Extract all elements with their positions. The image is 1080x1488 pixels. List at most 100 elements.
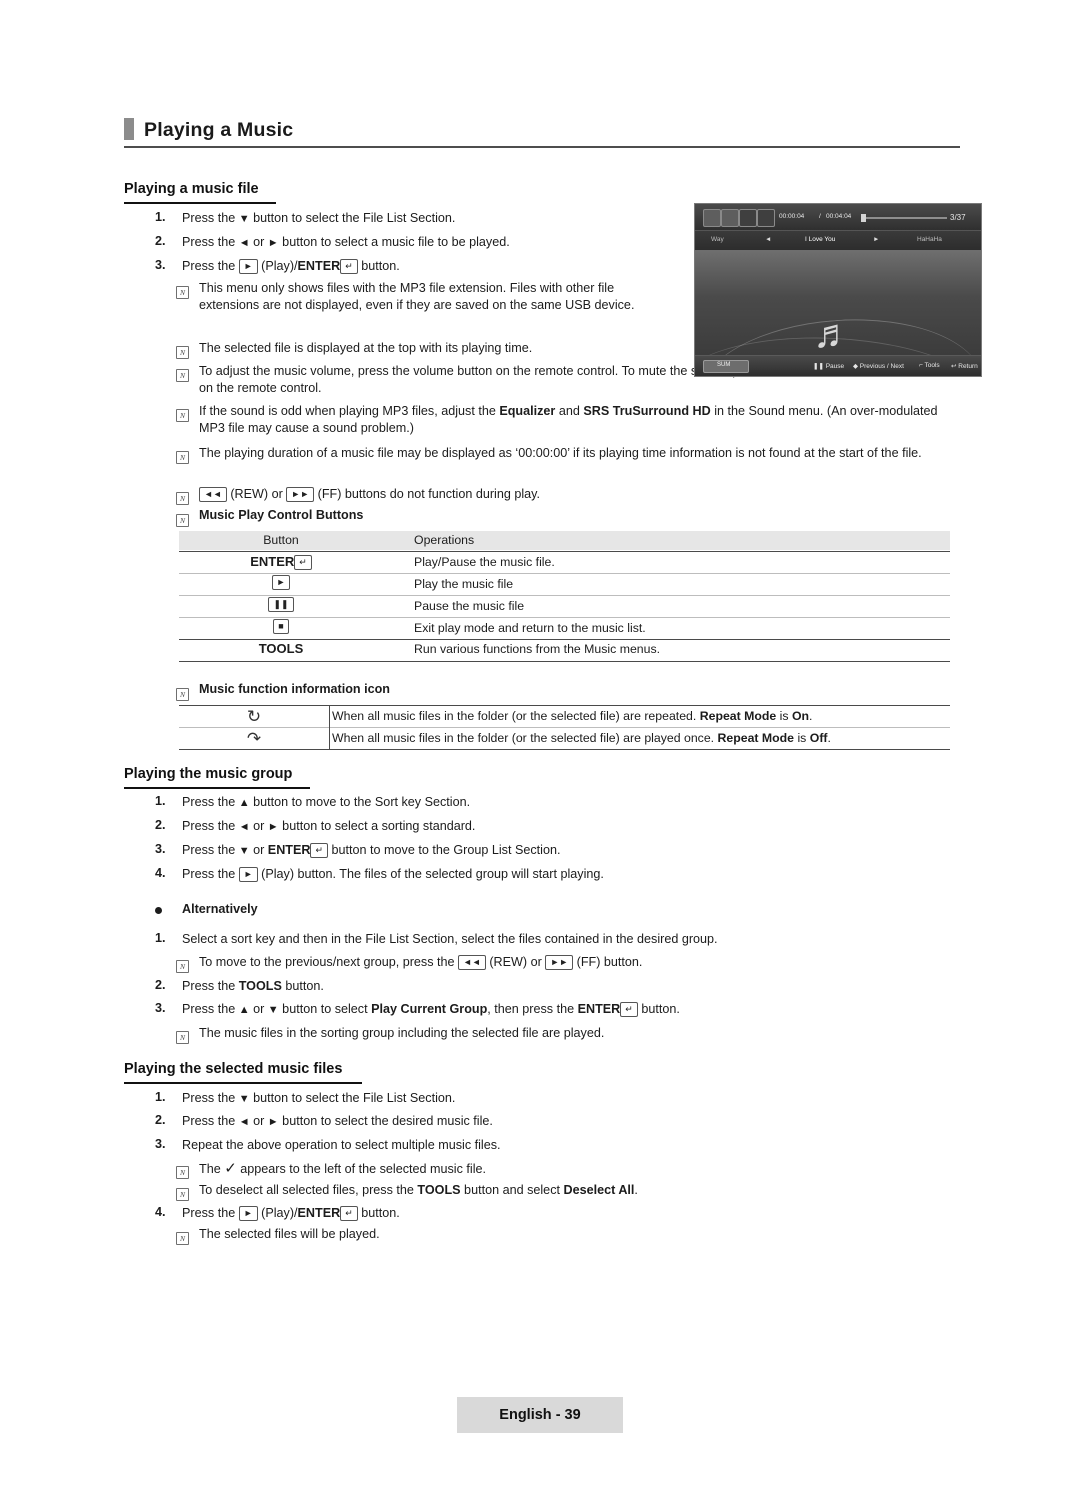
step-text: Press the ◄ or ► button to select the de…	[182, 1114, 493, 1128]
step-text: Repeat the above operation to select mul…	[182, 1138, 501, 1152]
page-footer-label: English - 39	[499, 1407, 581, 1423]
heading-playing-the-selected-music-files: Playing the selected music files	[124, 1061, 343, 1077]
heading-playing-the-music-group: Playing the music group	[124, 766, 293, 782]
player-next-arrow-icon[interactable]: ►	[873, 236, 879, 243]
table-rule	[179, 595, 950, 596]
note-text: The ✓ appears to the left of the selecte…	[199, 1160, 486, 1177]
step-text: Press the ▼ or ENTER ↵ button to move to …	[182, 843, 561, 858]
step-number: 4.	[155, 1205, 166, 1219]
enter-key-icon: ↵	[340, 259, 358, 274]
note-text: The selected file is displayed at the to…	[199, 341, 533, 355]
repeat-all-icon: ↻	[246, 707, 262, 726]
step-number: 2.	[155, 978, 166, 992]
step-text-3: Press the ► (Play)/ENTER ↵ button.	[182, 259, 400, 274]
player-artwork-area: ♬	[695, 250, 981, 376]
alt-step-text: Select a sort key and then in the File L…	[182, 932, 718, 946]
table-rule	[179, 617, 950, 618]
enter-key-icon: ↵	[340, 1206, 358, 1221]
note-text: If the sound is odd when playing MP3 fil…	[199, 404, 938, 435]
note-text: The selected files will be played.	[199, 1227, 380, 1241]
step-number: 4.	[155, 866, 166, 880]
note-marker-icon: N	[176, 511, 189, 529]
control-hint-previous-next: ◆ Previous / Next	[853, 363, 904, 370]
note-marker-icon: N	[176, 448, 189, 466]
play-key-icon: ►	[238, 867, 258, 882]
heading-playing-a-music-file: Playing a music file	[124, 181, 259, 197]
table-rule	[179, 749, 950, 750]
player-track-index: 3/37	[950, 213, 966, 222]
heading-underline-3	[124, 1082, 362, 1084]
step-number: 3.	[155, 1001, 166, 1015]
control-table-col-operations: Operations	[414, 533, 475, 547]
step-number: 2.	[155, 1113, 166, 1127]
table-rule	[179, 573, 950, 574]
note-marker-icon: N	[176, 1163, 189, 1181]
step-text: Press the ▲ button to move to the Sort k…	[182, 795, 471, 809]
player-current-track-label: I Love You	[805, 236, 836, 243]
repeat-once-icon: ↷	[246, 729, 262, 748]
page-title: Playing a Music	[124, 118, 960, 142]
player-progress-bar[interactable]	[861, 217, 947, 219]
note-marker-icon: N	[176, 283, 189, 301]
heading-music-play-control-buttons: Music Play Control Buttons	[199, 508, 364, 522]
table-rule	[179, 551, 950, 552]
page-footer: English - 39	[457, 1397, 623, 1433]
ff-key-icon: ►►	[545, 955, 574, 970]
repeat-icon	[757, 209, 775, 227]
step-number: 1.	[155, 210, 166, 224]
control-row-button: ❚❚	[179, 597, 383, 612]
table-rule	[179, 639, 950, 640]
step-number: 2.	[155, 234, 166, 248]
note-marker-icon: N	[176, 343, 189, 361]
note-marker-icon: N	[176, 685, 189, 703]
player-time-separator: /	[819, 213, 821, 220]
control-row-button: ■	[179, 619, 383, 634]
step-text: Press the ► (Play) button. The files of …	[182, 867, 604, 882]
player-progress-knob[interactable]	[861, 214, 866, 222]
alt-step-text: Press the TOOLS button.	[182, 979, 324, 993]
note-text: This menu only shows files with the MP3 …	[199, 281, 635, 312]
heading-underline-2	[124, 787, 310, 789]
stop-key-icon: ■	[273, 619, 289, 634]
control-row-button: ENTER ↵	[179, 554, 383, 570]
enter-key-icon: ↵	[310, 843, 329, 858]
step-number: 3.	[155, 258, 166, 272]
alt-note-text: To move to the previous/next group, pres…	[199, 955, 643, 970]
step-text: Press the ◄ or ► button to select a sort…	[182, 819, 476, 833]
enter-key-icon: ↵	[620, 1002, 638, 1017]
music-file-icon	[721, 209, 739, 227]
control-hint-pause: ❚❚ Pause	[813, 363, 845, 370]
info-row-text: When all music files in the folder (or t…	[332, 731, 831, 745]
play-key-icon: ►	[238, 1206, 258, 1221]
table-rule	[179, 727, 950, 728]
ff-key-icon: ►►	[286, 487, 315, 502]
note-marker-icon: N	[176, 957, 189, 975]
control-row-operation: Pause the music file	[414, 599, 525, 613]
note-marker-icon: N	[176, 366, 189, 384]
control-row-button: TOOLS	[258, 641, 304, 656]
rew-key-icon: ◄◄	[458, 955, 486, 970]
heading-music-function-information-icon: Music function information icon	[199, 682, 390, 696]
note-marker-icon: N	[176, 1185, 189, 1203]
note-marker-icon: N	[176, 1229, 189, 1247]
player-prev-arrow-icon[interactable]: ◄	[765, 236, 771, 243]
step-number: 1.	[155, 794, 166, 808]
note-marker-icon: N	[176, 489, 189, 507]
enter-key-icon: ↵	[294, 555, 312, 570]
note-text: To deselect all selected files, press th…	[199, 1183, 638, 1197]
player-prev-track-label: Way	[711, 236, 724, 243]
control-row-operation: Exit play mode and return to the music l…	[414, 621, 646, 635]
control-row-operation: Play the music file	[414, 577, 514, 591]
player-time-current: 00:00:04	[779, 213, 805, 220]
step-number: 1.	[155, 931, 166, 945]
alt-step-text: Press the ▲ or ▼ button to select Play C…	[182, 1002, 680, 1017]
note-text: The playing duration of a music file may…	[199, 446, 922, 460]
note-text: ◄◄ (REW) or ►► (FF) buttons do not funct…	[199, 486, 799, 503]
control-row-operation: Play/Pause the music file.	[414, 555, 555, 569]
sum-label: SUM	[717, 362, 731, 368]
bullet-icon	[155, 907, 162, 914]
page-title-text: Playing a Music	[144, 119, 294, 141]
music-player-screenshot: 00:00:04 / 00:04:04 3/37 Way ◄ I Love Yo…	[694, 203, 982, 377]
step-number: 1.	[155, 1090, 166, 1104]
pause-key-icon: ❚❚	[268, 597, 294, 612]
